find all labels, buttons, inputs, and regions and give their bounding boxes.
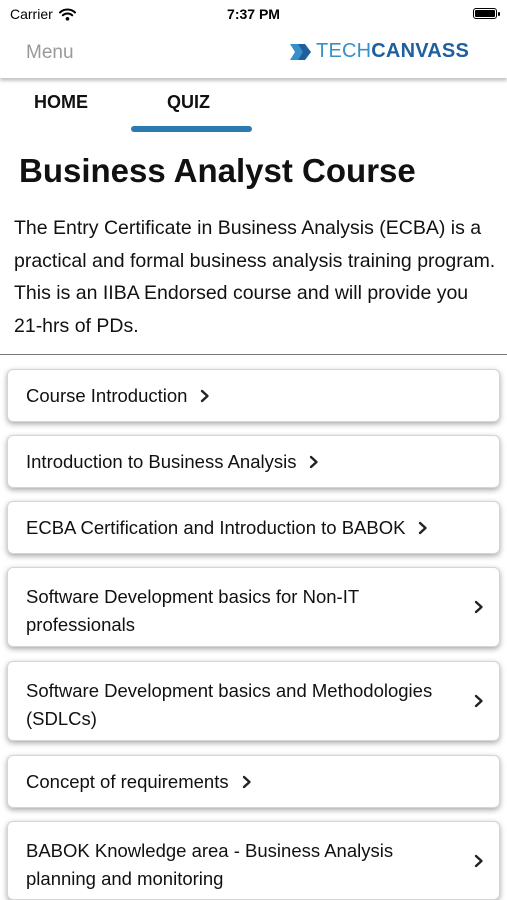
chevron-right-icon bbox=[419, 521, 428, 534]
module-label: Course Introduction bbox=[26, 384, 188, 406]
module-label: Software Development basics for Non-IT p… bbox=[26, 586, 359, 635]
menu-button[interactable]: Menu bbox=[26, 42, 74, 64]
module-card-introduction-to-business-analysis[interactable]: Introduction to Business Analysis bbox=[7, 435, 500, 488]
logo-mark-icon bbox=[290, 43, 312, 60]
logo-text-tech: TECH bbox=[316, 40, 372, 62]
chevron-right-icon bbox=[310, 455, 319, 468]
battery-icon bbox=[473, 8, 500, 19]
chevron-right-icon bbox=[201, 389, 210, 402]
tab-bar: HOME QUIZ bbox=[0, 80, 507, 136]
module-label: Software Development basics and Methodol… bbox=[26, 680, 433, 729]
module-label: Introduction to Business Analysis bbox=[26, 450, 297, 472]
course-title: Business Analyst Course bbox=[19, 152, 416, 189]
divider bbox=[0, 354, 507, 355]
tab-selected-indicator bbox=[131, 126, 252, 132]
chevron-right-icon bbox=[242, 775, 251, 788]
status-bar: Carrier 7:37 PM bbox=[0, 0, 507, 28]
module-card-software-development-sdlcs[interactable]: Software Development basics and Methodol… bbox=[7, 661, 500, 741]
module-card-babok-planning-monitoring[interactable]: BABOK Knowledge area - Business Analysis… bbox=[7, 821, 500, 900]
module-label: BABOK Knowledge area - Business Analysis… bbox=[26, 840, 394, 889]
tab-quiz[interactable]: QUIZ bbox=[167, 92, 210, 113]
chevron-right-icon bbox=[474, 854, 483, 867]
techcanvass-logo: TECHCANVASS bbox=[290, 40, 469, 63]
module-card-concept-of-requirements[interactable]: Concept of requirements bbox=[7, 755, 500, 808]
module-card-software-development-non-it[interactable]: Software Development basics for Non-IT p… bbox=[7, 567, 500, 647]
status-time: 7:37 PM bbox=[227, 6, 280, 22]
module-label: ECBA Certification and Introduction to B… bbox=[26, 516, 406, 538]
course-description: The Entry Certificate in Business Analys… bbox=[14, 217, 496, 337]
module-card-course-introduction[interactable]: Course Introduction bbox=[7, 369, 500, 422]
nav-bar: Menu TECHCANVASS bbox=[0, 28, 507, 78]
module-label: Concept of requirements bbox=[26, 770, 229, 792]
module-card-ecba-certification[interactable]: ECBA Certification and Introduction to B… bbox=[7, 501, 500, 554]
logo-text-canvass: CANVASS bbox=[371, 40, 469, 62]
tab-home[interactable]: HOME bbox=[34, 92, 88, 113]
chevron-right-icon bbox=[474, 600, 483, 614]
chevron-right-icon bbox=[474, 694, 483, 708]
